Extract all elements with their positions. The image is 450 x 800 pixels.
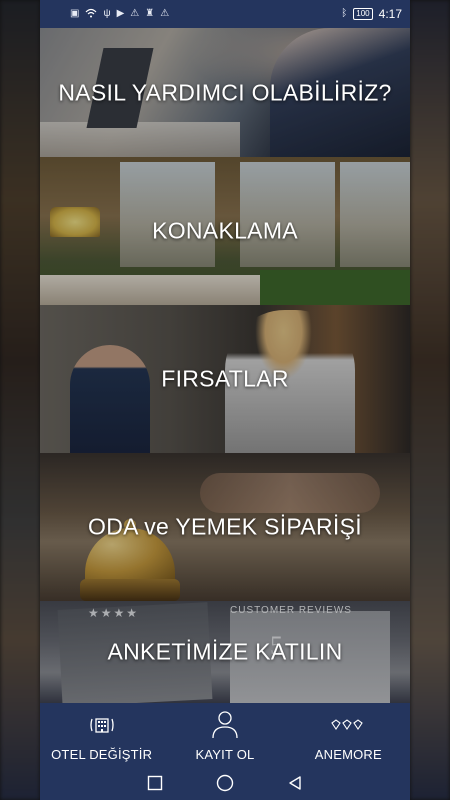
menu-tile-label: KONAKLAMA — [152, 217, 298, 244]
sim-card-icon: ▣ — [70, 8, 80, 19]
anemore-logo-icon — [331, 713, 365, 737]
background-blur-left — [0, 0, 40, 800]
clock: 4:17 — [378, 7, 402, 21]
system-nav-bar — [40, 766, 410, 800]
menu-tile-deals[interactable]: FIRSATLAR — [40, 305, 410, 453]
status-left-icons: ▣ ψ ▶ ⚠ ♜ ⚠ — [70, 8, 169, 21]
usb-icon: ψ — [103, 8, 111, 19]
menu-tile-label: NASIL YARDIMCI OLABİLİRİZ? — [58, 79, 392, 105]
menu-tile-label: FIRSATLAR — [161, 365, 289, 392]
bluetooth-icon: ᛒ — [341, 8, 348, 19]
menu-tile-label: ODA ve YEMEK SİPARİŞİ — [88, 513, 362, 540]
bottom-nav: OTEL DEĞİŞTİR KAYIT OL ANEMORE — [40, 703, 410, 766]
keyhole-icon: ♜ — [145, 8, 155, 19]
menu-tile-help[interactable]: NASIL YARDIMCI OLABİLİRİZ? — [40, 28, 410, 157]
home-icon[interactable] — [214, 772, 236, 794]
nav-register[interactable]: KAYIT OL — [163, 703, 286, 766]
nav-label: KAYIT OL — [195, 747, 255, 762]
battery-icon: 100 — [353, 8, 373, 20]
menu-tiles: NASIL YARDIMCI OLABİLİRİZ? KONAKLAMA FIR… — [40, 28, 410, 703]
back-icon[interactable] — [284, 772, 306, 794]
wifi-question-icon — [85, 8, 97, 21]
menu-tile-accommodation[interactable]: KONAKLAMA — [40, 157, 410, 305]
nfc-icon: ▶ — [116, 8, 125, 19]
user-icon — [210, 711, 240, 739]
status-bar: ▣ ψ ▶ ⚠ ♜ ⚠ ᛒ 100 4:17 — [40, 0, 410, 28]
status-right-icons: ᛒ 100 4:17 — [341, 7, 402, 21]
nav-change-hotel[interactable]: OTEL DEĞİŞTİR — [40, 703, 163, 766]
recent-apps-icon[interactable] — [144, 772, 166, 794]
menu-tile-label: ANKETİMİZE KATILIN — [107, 638, 343, 665]
nav-brand[interactable]: ANEMORE — [287, 703, 410, 766]
app-screen: ▣ ψ ▶ ⚠ ♜ ⚠ ᛒ 100 4:17 NASIL YARDIMCI OL… — [40, 0, 410, 800]
hotel-building-icon — [89, 713, 115, 737]
background-blur-right — [410, 0, 450, 800]
warning-icon: ⚠ — [130, 8, 140, 19]
menu-tile-room-food-order[interactable]: ODA ve YEMEK SİPARİŞİ — [40, 453, 410, 601]
warning-icon: ⚠ — [160, 8, 170, 19]
nav-label: ANEMORE — [314, 747, 382, 762]
nav-label: OTEL DEĞİŞTİR — [51, 747, 153, 762]
menu-tile-survey[interactable]: ★★★★ CUSTOMER REVIEWS 5 ANKETİMİZE KATIL… — [40, 601, 410, 703]
